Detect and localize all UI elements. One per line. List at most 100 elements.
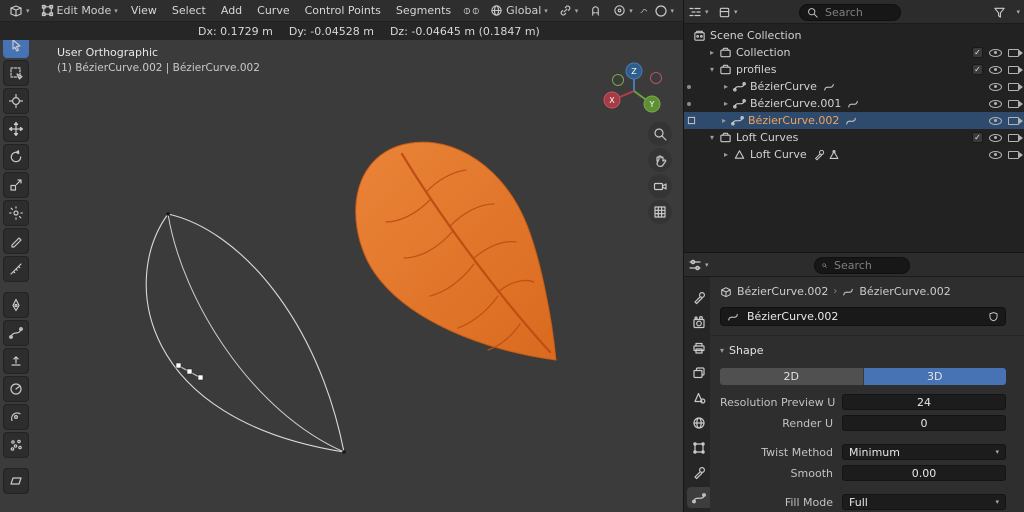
datablock-name-field[interactable] (720, 307, 1006, 326)
tab-object-data[interactable] (687, 487, 710, 508)
outliner-row-loft-curves[interactable]: Loft Curves (684, 129, 1024, 146)
visibility-eye-icon[interactable] (989, 49, 1002, 57)
render-camera-icon[interactable] (1008, 83, 1019, 91)
expand-arrow-icon[interactable] (720, 99, 732, 108)
outliner-row-beziercurve-002[interactable]: BézierCurve.002 (684, 112, 1024, 129)
breadcrumb-object[interactable]: BézierCurve.002 (737, 285, 828, 298)
breadcrumb-data[interactable]: BézierCurve.002 (859, 285, 950, 298)
render-camera-icon[interactable] (1008, 134, 1019, 142)
tool-curve-pen-button[interactable] (3, 320, 29, 346)
collection-checkbox[interactable] (972, 47, 983, 58)
tool-transform-button[interactable] (3, 200, 29, 226)
tool-cursor-button[interactable] (3, 88, 29, 114)
collapse-arrow-icon[interactable] (706, 133, 718, 142)
navigation-gizmo[interactable]: Z X Y (598, 58, 670, 128)
tab-scene[interactable] (687, 387, 710, 408)
properties-search[interactable] (814, 257, 910, 274)
tab-view-layer[interactable] (687, 362, 710, 383)
collection-checkbox[interactable] (972, 64, 983, 75)
outliner-row-collection[interactable]: Collection (684, 44, 1024, 61)
visibility-eye-icon[interactable] (989, 66, 1002, 74)
outliner-row-scene-collection[interactable]: Scene Collection (684, 27, 1024, 44)
menu-select[interactable]: Select (165, 0, 213, 22)
visibility-eye-icon[interactable] (989, 100, 1002, 108)
menu-curve[interactable]: Curve (250, 0, 296, 22)
tool-scale-button[interactable] (3, 172, 29, 198)
tool-move-button[interactable] (3, 116, 29, 142)
outliner-row-loft-curve[interactable]: Loft Curve (684, 146, 1024, 163)
visibility-eye-icon[interactable] (989, 134, 1002, 142)
snapping-toggle[interactable] (584, 2, 607, 20)
resolution-preview-field[interactable]: 24 (842, 394, 1006, 410)
tab-render[interactable] (687, 312, 710, 333)
outliner-row-beziercurve-001[interactable]: BézierCurve.001 (684, 95, 1024, 112)
properties-editor-type-button[interactable] (688, 253, 709, 277)
render-u-field[interactable]: 0 (842, 415, 1006, 431)
expand-arrow-icon[interactable] (706, 48, 718, 57)
tool-shear-button[interactable] (3, 468, 29, 494)
properties-search-input[interactable] (832, 258, 902, 273)
edit-curve-leaf[interactable] (146, 212, 346, 454)
pan-button[interactable] (648, 148, 672, 172)
render-camera-icon[interactable] (1008, 66, 1019, 74)
datablock-name-input[interactable] (745, 309, 982, 324)
render-camera-icon[interactable] (1008, 151, 1019, 159)
tool-tilt-button[interactable] (3, 404, 29, 430)
gizmo-y-neg-axis[interactable] (613, 75, 624, 86)
expand-arrow-icon[interactable] (720, 82, 732, 91)
falloff-curve-icon[interactable] (640, 4, 648, 18)
tab-tool[interactable] (687, 287, 710, 308)
visibility-eye-icon[interactable] (989, 83, 1002, 91)
smooth-field[interactable]: 0.00 (842, 465, 1006, 481)
tab-modifiers[interactable] (687, 462, 710, 483)
outliner-filter-dropdown[interactable] (1016, 0, 1020, 24)
viewport-shading-dropdown[interactable] (649, 2, 680, 20)
falloff-icon[interactable] (463, 4, 471, 18)
collection-checkbox[interactable] (972, 132, 983, 143)
selected-control-point[interactable] (176, 363, 203, 380)
render-camera-icon[interactable] (1008, 117, 1019, 125)
outliner-row-profiles[interactable]: profiles (684, 61, 1024, 78)
outliner-display-mode-dropdown[interactable] (718, 0, 738, 24)
tool-randomize-button[interactable] (3, 432, 29, 458)
tool-select-box-button[interactable] (3, 60, 29, 86)
tab-object[interactable] (687, 437, 710, 458)
fill-mode-dropdown[interactable]: Full (842, 494, 1006, 510)
ortho-toggle-button[interactable] (648, 200, 672, 224)
outliner-search-input[interactable] (823, 5, 893, 20)
menu-add[interactable]: Add (214, 0, 249, 22)
tool-measure-button[interactable] (3, 256, 29, 282)
editor-type-button[interactable] (4, 2, 35, 20)
menu-control-points[interactable]: Control Points (298, 0, 388, 22)
viewport-canvas[interactable]: User Orthographic (1) BézierCurve.002 | … (0, 0, 683, 512)
expand-arrow-icon[interactable] (720, 150, 732, 159)
menu-segments[interactable]: Segments (389, 0, 458, 22)
expand-arrow-icon[interactable] (718, 116, 730, 125)
tool-annotate-button[interactable] (3, 228, 29, 254)
tool-draw-button[interactable] (3, 292, 29, 318)
zoom-button[interactable] (648, 122, 672, 146)
dimension-3d-button[interactable]: 3D (864, 368, 1007, 385)
menu-view[interactable]: View (124, 0, 164, 22)
transform-orientation-dropdown[interactable]: Global (485, 2, 553, 20)
tool-radius-button[interactable] (3, 376, 29, 402)
dimension-2d-button[interactable]: 2D (720, 368, 864, 385)
collapse-arrow-icon[interactable] (706, 65, 718, 74)
tab-world[interactable] (687, 412, 710, 433)
render-camera-icon[interactable] (1008, 100, 1019, 108)
tool-rotate-button[interactable] (3, 144, 29, 170)
visibility-eye-icon[interactable] (989, 117, 1002, 125)
tool-extrude-button[interactable] (3, 348, 29, 374)
snap-target-dropdown[interactable] (554, 2, 584, 20)
twist-method-dropdown[interactable]: Minimum (842, 444, 1006, 460)
shield-icon[interactable] (988, 311, 999, 322)
shape-section-header[interactable]: Shape (720, 344, 1006, 357)
outliner-filter-button[interactable] (993, 0, 1006, 24)
render-camera-icon[interactable] (1008, 49, 1019, 57)
tab-output[interactable] (687, 337, 710, 358)
outliner-search[interactable] (799, 4, 901, 21)
outliner-row-beziercurve[interactable]: BézierCurve (684, 78, 1024, 95)
shading-overlay-icon[interactable] (472, 4, 480, 18)
proportional-editing-dropdown[interactable] (608, 2, 638, 20)
gizmo-x-neg-axis[interactable] (651, 73, 662, 84)
